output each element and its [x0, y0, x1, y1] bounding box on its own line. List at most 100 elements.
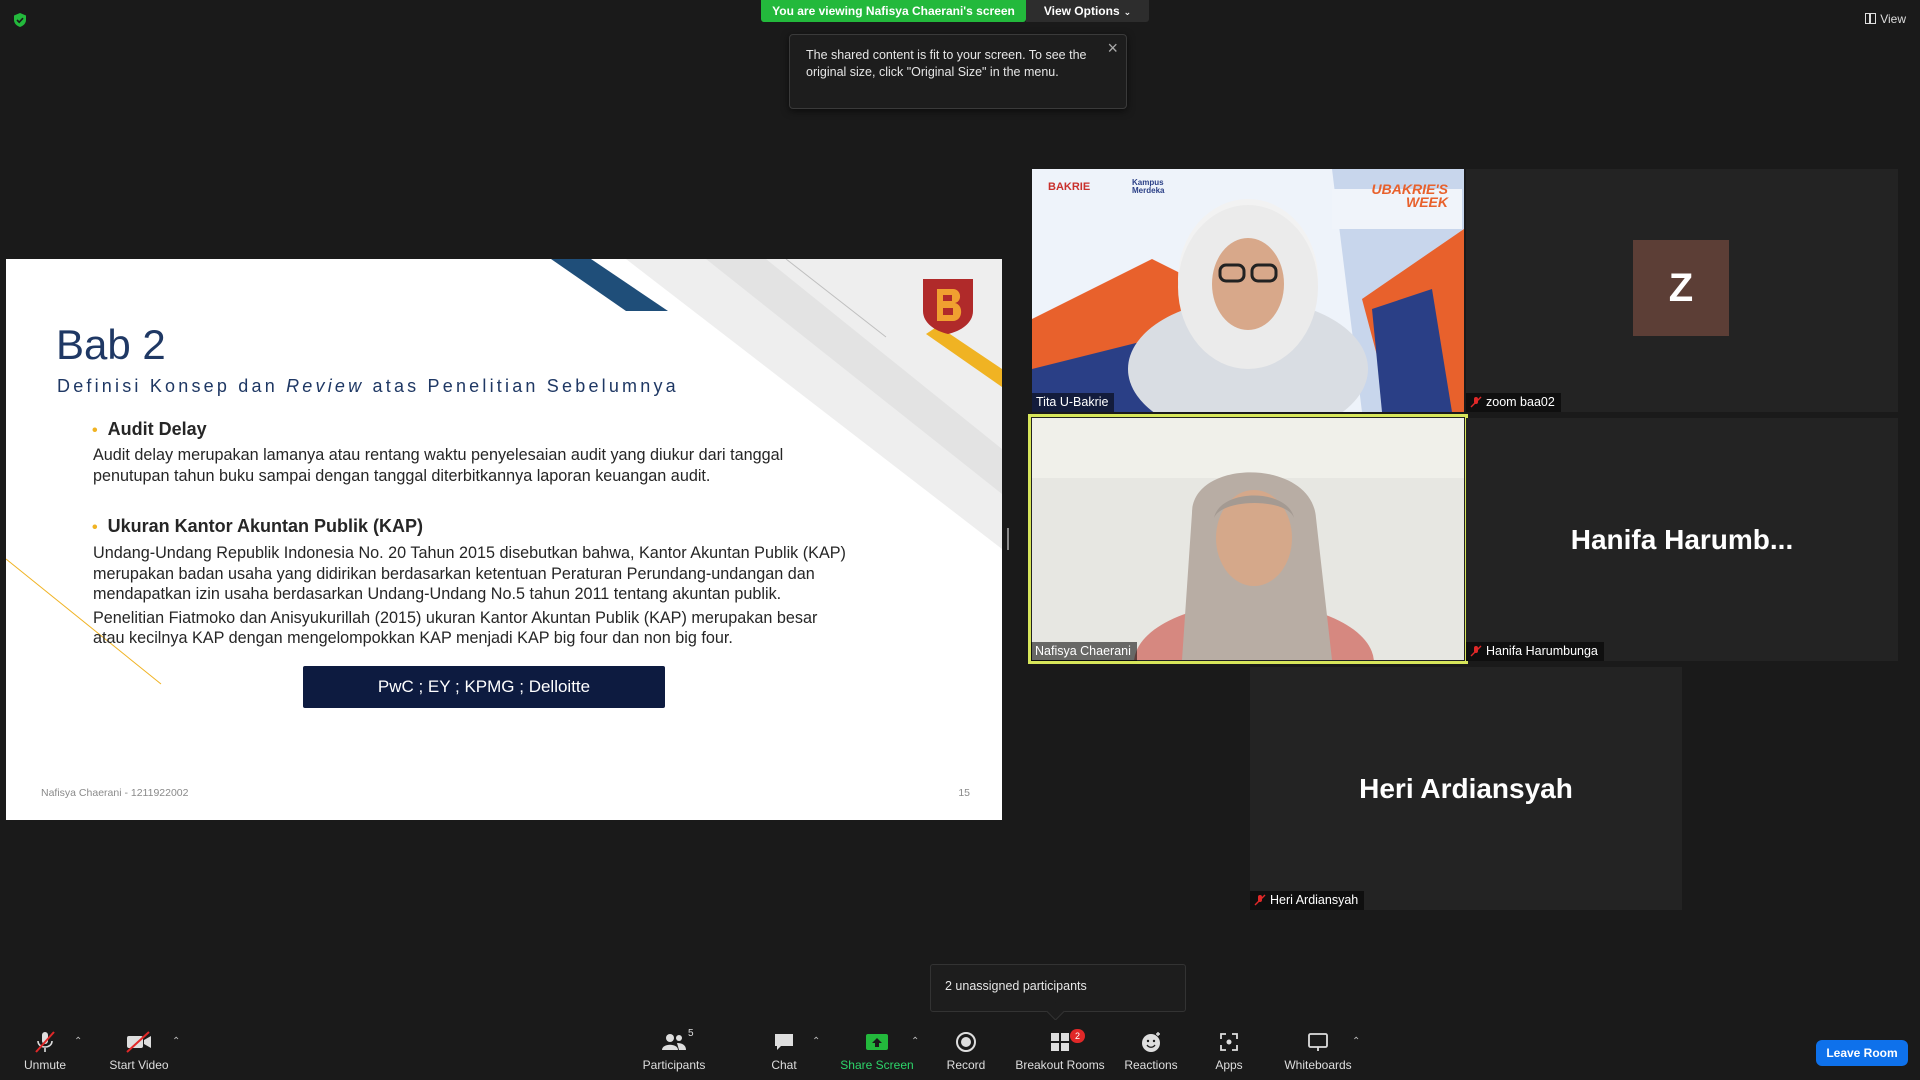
participant-display-name: Hanifa Harumb... — [1570, 523, 1794, 555]
apps-button[interactable]: Apps — [1210, 1030, 1248, 1072]
viewing-screen-banner: You are viewing Nafisya Chaerani's scree… — [761, 0, 1026, 22]
view-button[interactable]: View — [1865, 12, 1906, 26]
record-button[interactable]: Record — [942, 1030, 990, 1072]
tooltip-text: The shared content is fit to your screen… — [806, 48, 1087, 79]
record-label: Record — [946, 1058, 986, 1072]
mic-muted-icon — [35, 1031, 55, 1053]
slide-subtitle: Definisi Konsep dan Review atas Peneliti… — [57, 376, 679, 397]
unassigned-participants-popup[interactable]: 2 unassigned participants — [930, 964, 1186, 1012]
unmute-label: Unmute — [23, 1058, 67, 1072]
participants-label: Participants — [642, 1058, 706, 1072]
participant-name-tag: Tita U-Bakrie — [1032, 393, 1115, 412]
paragraph-line: Audit delay merupakan lamanya atau renta… — [93, 446, 784, 464]
event-banner: UBAKRIE'S WEEK — [1372, 182, 1448, 210]
paragraph-line: mendapatkan izin usaha berdasarkan Undan… — [93, 585, 782, 603]
share-screen-icon — [866, 1034, 888, 1050]
video-off-icon — [126, 1031, 151, 1053]
bullet-audit-delay: • Audit Delay — [92, 419, 207, 440]
bullet-dot-icon: • — [92, 422, 98, 439]
paragraph-line: atau kecilnya KAP dengan mengelompokkan … — [93, 629, 733, 647]
paragraph-line: Penelitian Fiatmoko dan Anisyukurillah (… — [93, 608, 818, 627]
kampus-merdeka-logo: Kampus Merdeka — [1132, 179, 1164, 195]
share-screen-label: Share Screen — [840, 1058, 914, 1072]
video-tile-hanifa[interactable]: Hanifa Harumb... Hanifa Harumbunga — [1466, 418, 1898, 661]
unmute-button[interactable]: Unmute — [18, 1030, 72, 1072]
audio-options-caret[interactable]: ⌃ — [74, 1036, 82, 1047]
participant-name-tag: zoom baa02 — [1466, 393, 1561, 412]
audit-delay-text: Audit delay merupakan lamanya atau renta… — [93, 445, 783, 486]
participants-count: 5 — [688, 1028, 694, 1039]
mic-muted-icon — [1470, 396, 1482, 408]
reactions-icon — [1142, 1032, 1160, 1052]
breakout-rooms-label: Breakout Rooms — [1015, 1058, 1105, 1072]
share-options-caret[interactable]: ⌃ — [911, 1036, 919, 1047]
chevron-down-icon: ⌄ — [1123, 7, 1132, 17]
chat-button[interactable]: Chat — [766, 1030, 802, 1072]
share-screen-button[interactable]: Share Screen — [840, 1030, 914, 1072]
avatar: Z — [1633, 240, 1729, 336]
kap-text: Undang-Undang Republik Indonesia No. 20 … — [93, 543, 846, 649]
breakout-rooms-button[interactable]: 2 Breakout Rooms — [1012, 1029, 1108, 1072]
university-logo — [923, 279, 973, 334]
view-label: View — [1880, 12, 1906, 26]
panel-splitter[interactable] — [1007, 528, 1009, 550]
whiteboard-icon — [1308, 1033, 1328, 1051]
participant-name-tag: Heri Ardiansyah — [1250, 891, 1365, 910]
participant-name: Heri Ardiansyah — [1270, 893, 1359, 907]
mic-muted-icon — [1254, 894, 1266, 906]
participant-name-tag: Nafisya Chaerani — [1031, 642, 1137, 661]
slide-title: Bab 2 — [56, 321, 166, 368]
leave-room-button[interactable]: Leave Room — [1816, 1040, 1908, 1066]
paragraph-line: Undang-Undang Republik Indonesia No. 20 … — [93, 544, 846, 562]
start-video-label: Start Video — [109, 1058, 169, 1072]
close-icon[interactable]: × — [1107, 39, 1118, 57]
event-line-2: WEEK — [1406, 194, 1448, 210]
video-options-caret[interactable]: ⌃ — [172, 1036, 180, 1047]
participant-name: zoom baa02 — [1486, 395, 1555, 409]
whiteboard-options-caret[interactable]: ⌃ — [1352, 1036, 1360, 1047]
video-tile-zoom-baa02[interactable]: Z zoom baa02 — [1466, 169, 1898, 412]
view-options-label: View Options — [1043, 4, 1120, 18]
start-video-button[interactable]: Start Video — [104, 1030, 174, 1072]
mic-muted-icon — [1470, 645, 1482, 657]
video-feed-nafisya — [1032, 418, 1464, 660]
participant-name-tag: Hanifa Harumbunga — [1466, 642, 1604, 661]
paragraph-line: merupakan badan usaha yang didirikan ber… — [93, 564, 815, 583]
security-shield-icon[interactable] — [12, 12, 28, 28]
apps-label: Apps — [1215, 1058, 1243, 1072]
reactions-label: Reactions — [1124, 1058, 1178, 1072]
bullet-heading: Ukuran Kantor Akuntan Publik (KAP) — [107, 516, 423, 536]
breakout-rooms-badge: 2 — [1070, 1029, 1085, 1043]
slide-footer: Nafisya Chaerani - 1211922002 — [41, 787, 189, 799]
shared-slide: Bab 2 Definisi Konsep dan Review atas Pe… — [6, 259, 1002, 820]
whiteboards-label: Whiteboards — [1284, 1058, 1352, 1072]
video-tile-tita[interactable]: BAKRIE Kampus Merdeka UBAKRIE'S WEEK Tita … — [1032, 169, 1464, 412]
video-tile-nafisya[interactable]: Nafisya Chaerani — [1028, 414, 1468, 664]
breakout-rooms-icon — [1051, 1033, 1069, 1051]
brand-logo-text: BAKRIE — [1048, 181, 1091, 193]
apps-icon — [1220, 1033, 1238, 1051]
bullet-dot-icon: • — [92, 519, 98, 536]
fit-screen-tooltip: The shared content is fit to your screen… — [789, 34, 1127, 109]
subtitle-emphasis: Review — [286, 376, 365, 396]
chat-icon — [775, 1034, 793, 1050]
view-layout-icon — [1865, 13, 1877, 24]
subtitle-pre: Definisi Konsep dan — [57, 376, 287, 396]
paragraph-line: penutupan tahun buku sampai dengan tangg… — [93, 466, 711, 485]
bullet-kap-size: • Ukuran Kantor Akuntan Publik (KAP) — [92, 516, 423, 537]
video-tile-heri[interactable]: Heri Ardiansyah Heri Ardiansyah — [1250, 667, 1682, 910]
big-four-box: PwC ; EY ; KPMG ; Delloitte — [303, 666, 665, 708]
bullet-heading: Audit Delay — [107, 419, 207, 439]
slide-page-number: 15 — [958, 787, 970, 799]
chat-label: Chat — [771, 1058, 797, 1072]
participants-button[interactable]: 5 Participants — [636, 1028, 712, 1072]
participant-name: Hanifa Harumbunga — [1486, 644, 1598, 658]
whiteboards-button[interactable]: Whiteboards — [1282, 1030, 1354, 1072]
chat-options-caret[interactable]: ⌃ — [812, 1036, 820, 1047]
view-options-button[interactable]: View Options ⌄ — [1026, 0, 1149, 22]
reactions-button[interactable]: Reactions — [1122, 1030, 1180, 1072]
record-icon — [956, 1032, 976, 1052]
meeting-toolbar: Unmute ⌃ Start Video ⌃ 5 Participants Ch… — [0, 1020, 1920, 1080]
merdeka-text: Merdeka — [1132, 186, 1165, 195]
participants-icon — [662, 1034, 686, 1050]
